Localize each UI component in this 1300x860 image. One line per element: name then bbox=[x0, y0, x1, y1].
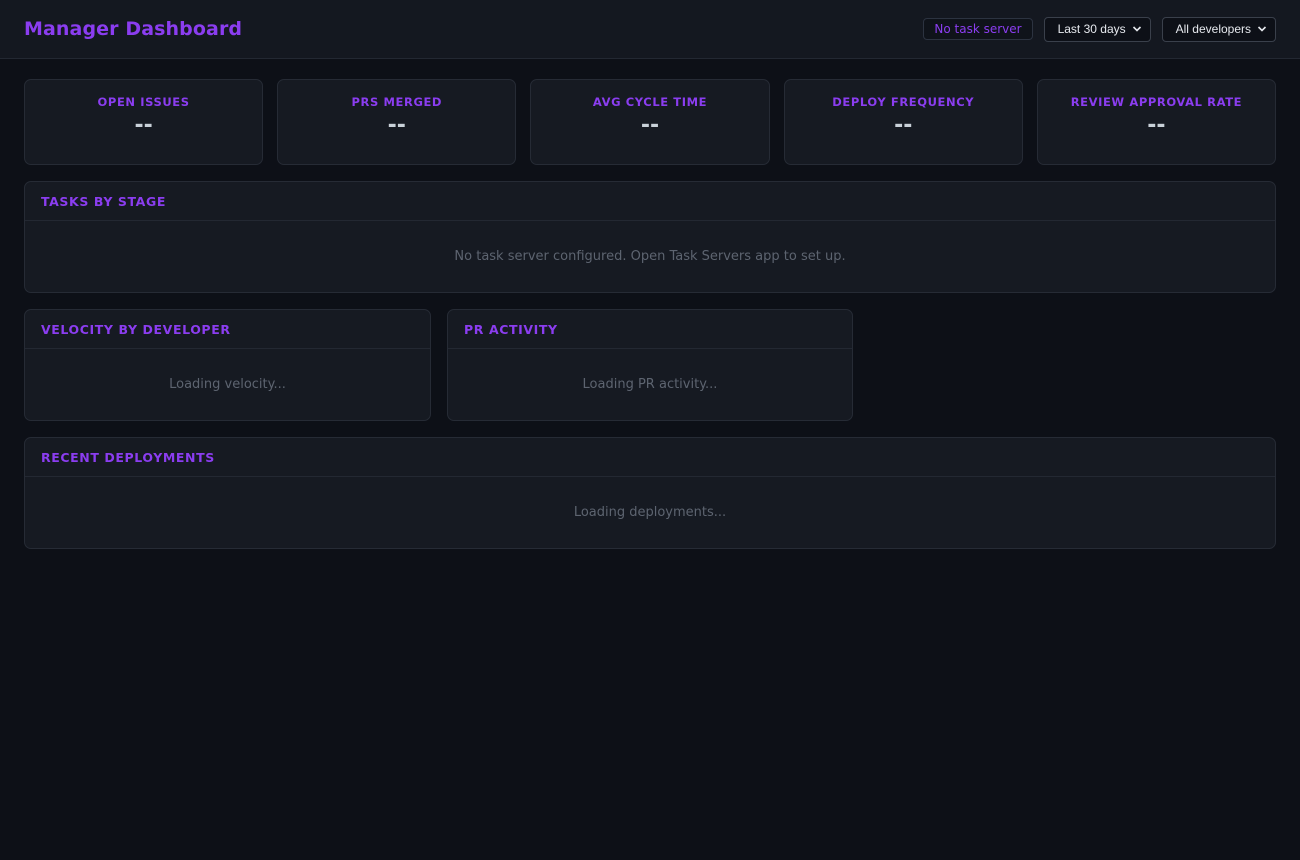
tasks-by-stage-panel: TASKS BY STAGE No task server configured… bbox=[24, 181, 1276, 293]
chevron-down-icon bbox=[1132, 26, 1141, 32]
stat-card-open-issues: OPEN ISSUES -- bbox=[24, 79, 264, 165]
dashboard-content: OPEN ISSUES -- PRS MERGED -- AVG CYCLE T… bbox=[0, 59, 1300, 549]
page-title: Manager Dashboard bbox=[24, 18, 243, 40]
stat-value: -- bbox=[1147, 113, 1166, 138]
stat-label: AVG CYCLE TIME bbox=[592, 95, 708, 109]
stat-label: DEPLOY FREQUENCY bbox=[832, 95, 975, 109]
pr-activity-panel: PR ACTIVITY Loading PR activity... bbox=[447, 309, 853, 421]
recent-deployments-panel: RECENT DEPLOYMENTS Loading deployments..… bbox=[24, 437, 1276, 549]
panel-title: PR ACTIVITY bbox=[448, 310, 852, 349]
stat-card-review-approval-rate: REVIEW APPROVAL RATE -- bbox=[1036, 79, 1277, 165]
panel-loading-message: Loading deployments... bbox=[573, 505, 727, 520]
stat-card-prs-merged: PRS MERGED -- bbox=[277, 79, 517, 165]
stat-value: -- bbox=[640, 113, 660, 138]
developer-select-value: All developers bbox=[1175, 22, 1251, 36]
velocity-panel: VELOCITY BY DEVELOPER Loading velocity..… bbox=[24, 309, 431, 421]
developer-select[interactable]: All developers bbox=[1161, 16, 1276, 42]
panel-loading-message: Loading velocity... bbox=[169, 377, 286, 392]
panel-title: RECENT DEPLOYMENTS bbox=[25, 438, 1275, 477]
stat-cards: OPEN ISSUES -- PRS MERGED -- AVG CYCLE T… bbox=[24, 79, 1277, 165]
stat-label: PRS MERGED bbox=[351, 95, 443, 109]
stat-label: REVIEW APPROVAL RATE bbox=[1070, 95, 1243, 109]
stat-card-avg-cycle-time: AVG CYCLE TIME -- bbox=[530, 79, 770, 165]
panel-title: TASKS BY STAGE bbox=[25, 182, 1275, 221]
chevron-down-icon bbox=[1257, 26, 1267, 32]
stat-value: -- bbox=[134, 113, 153, 138]
panel-title: VELOCITY BY DEVELOPER bbox=[25, 310, 430, 349]
task-server-status-badge: No task server bbox=[923, 18, 1033, 40]
stat-card-deploy-frequency: DEPLOY FREQUENCY -- bbox=[783, 79, 1023, 165]
date-range-select-value: Last 30 days bbox=[1057, 22, 1126, 36]
header-controls: No task server Last 30 days All develope… bbox=[923, 16, 1276, 42]
top-bar: Manager Dashboard No task server Last 30… bbox=[0, 0, 1300, 59]
panel-row: VELOCITY BY DEVELOPER Loading velocity..… bbox=[24, 309, 1276, 421]
date-range-select[interactable]: Last 30 days bbox=[1043, 16, 1151, 42]
stat-value: -- bbox=[387, 113, 406, 138]
stat-value: -- bbox=[894, 113, 913, 138]
panel-empty-message: No task server configured. Open Task Ser… bbox=[454, 249, 846, 264]
stat-label: OPEN ISSUES bbox=[97, 95, 190, 109]
panel-loading-message: Loading PR activity... bbox=[582, 377, 718, 392]
